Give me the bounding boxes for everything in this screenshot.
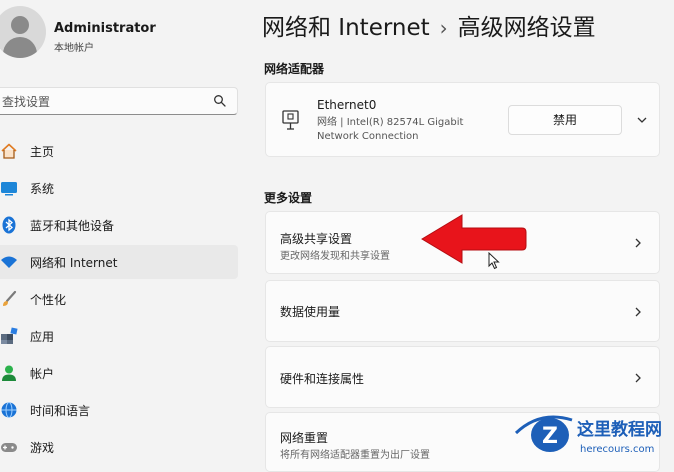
brush-icon [3, 290, 17, 306]
breadcrumb-parent[interactable]: 网络和 Internet [262, 15, 430, 41]
main-content: 网络和 Internet › 高级网络设置 网络适配器 Ethernet0 网络 |… [248, 0, 674, 472]
account-icon [2, 365, 16, 381]
sidebar-item-gaming[interactable]: 游戏 [0, 430, 238, 464]
section-title-adapters: 网络适配器 [264, 62, 325, 76]
adapter-description: 网络 | Intel(R) 82574L Gigabit Network Con… [317, 117, 464, 142]
watermark-logo: Z 这里教程网 herecours.com [514, 415, 662, 455]
sidebar-item-apps[interactable]: 应用 [0, 319, 238, 353]
globe-icon [1, 402, 17, 418]
settings-item-subtitle: 将所有网络适配器重置为出厂设置 [280, 450, 430, 461]
settings-item-data-usage[interactable]: 数据使用量 [265, 280, 660, 342]
sidebar-item-label: 游戏 [30, 441, 55, 455]
settings-item-title: 数据使用量 [280, 305, 341, 319]
annotation-arrow-icon [421, 214, 527, 264]
search-box[interactable]: 查找设置 [0, 87, 238, 115]
section-title-more: 更多设置 [264, 191, 313, 205]
sidebar-item-label: 蓝牙和其他设备 [30, 219, 115, 233]
sidebar-item-network[interactable]: 网络和 Internet [0, 245, 238, 279]
sidebar-item-label: 系统 [30, 182, 55, 196]
sidebar-item-label: 应用 [30, 330, 55, 344]
breadcrumb-separator-icon: › [439, 16, 448, 40]
svg-text:Z: Z [542, 424, 558, 449]
settings-item-title: 硬件和连接属性 [280, 372, 365, 386]
chevron-right-icon [635, 238, 641, 248]
bluetooth-icon [2, 216, 16, 234]
sidebar: Administrator 本地帐户 查找设置 主页 系统 蓝牙和其他设备 网络… [0, 0, 248, 458]
chevron-right-icon [635, 307, 641, 317]
search-icon[interactable] [213, 94, 227, 108]
apps-icon [1, 327, 18, 344]
sidebar-item-label: 帐户 [30, 367, 55, 381]
settings-item-subtitle: 更改网络发现和共享设置 [280, 251, 390, 262]
system-icon [1, 182, 17, 196]
gamepad-icon [1, 443, 17, 452]
svg-text:这里教程网: 这里教程网 [577, 419, 662, 440]
ethernet-icon [282, 110, 299, 130]
sidebar-item-time-language[interactable]: 时间和语言 [0, 393, 238, 427]
settings-item-title: 高级共享设置 [280, 232, 353, 246]
user-name: Administrator [54, 21, 156, 36]
page-title: 高级网络设置 [457, 15, 596, 41]
breadcrumb: 网络和 Internet › 高级网络设置 [262, 8, 596, 42]
sidebar-item-label: 时间和语言 [30, 404, 91, 418]
search-input[interactable]: 查找设置 [2, 93, 50, 110]
sidebar-item-personalization[interactable]: 个性化 [0, 282, 238, 316]
sidebar-item-label: 网络和 Internet [30, 256, 118, 270]
sidebar-item-bluetooth[interactable]: 蓝牙和其他设备 [0, 208, 238, 242]
chevron-down-icon[interactable] [636, 115, 648, 125]
avatar-body [3, 37, 37, 58]
home-icon [1, 143, 17, 159]
sidebar-item-accounts[interactable]: 帐户 [0, 356, 238, 390]
sidebar-item-system[interactable]: 系统 [0, 171, 238, 205]
sidebar-item-label: 主页 [30, 145, 55, 159]
svg-text:herecours.com: herecours.com [580, 444, 654, 455]
adapter-card[interactable]: Ethernet0 网络 | Intel(R) 82574L Gigabit N… [265, 82, 660, 157]
chevron-right-icon [635, 373, 641, 383]
settings-item-title: 网络重置 [280, 431, 329, 445]
disable-button[interactable]: 禁用 [508, 105, 622, 135]
wifi-icon [1, 256, 17, 268]
avatar-head [11, 16, 29, 34]
mouse-cursor-icon [488, 252, 500, 270]
avatar[interactable] [0, 6, 46, 58]
sidebar-item-home[interactable]: 主页 [0, 134, 238, 168]
settings-item-hardware-properties[interactable]: 硬件和连接属性 [265, 346, 660, 408]
sidebar-item-label: 个性化 [30, 293, 67, 307]
user-account-type: 本地帐户 [54, 43, 94, 54]
adapter-name: Ethernet0 [317, 98, 377, 112]
